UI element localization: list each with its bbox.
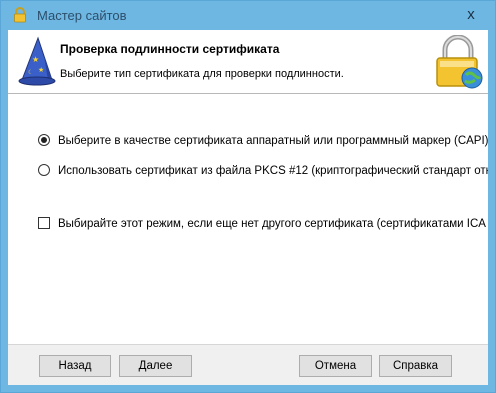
next-button[interactable]: Далее bbox=[119, 355, 192, 377]
page-subtitle: Выберите тип сертификата для проверки по… bbox=[60, 68, 344, 80]
option-ica-label: Выбирайте этот режим, если еще нет друго… bbox=[58, 218, 486, 230]
svg-text:★: ★ bbox=[32, 55, 39, 64]
window-frame-right bbox=[488, 30, 495, 392]
title-bar[interactable]: Мастер сайтов x bbox=[1, 1, 495, 30]
padlock-globe-icon bbox=[436, 35, 483, 89]
option-pkcs12-label: Использовать сертификат из файла PKCS #1… bbox=[58, 165, 488, 177]
padlock-icon bbox=[14, 7, 26, 23]
help-button[interactable]: Справка bbox=[379, 355, 452, 377]
wizard-window: Мастер сайтов x ★ ★ ☾ Проверка подлиннос… bbox=[0, 0, 496, 393]
option-pkcs12[interactable]: Использовать сертификат из файла PKCS #1… bbox=[38, 164, 488, 177]
window-frame-left bbox=[1, 30, 8, 392]
page-title: Проверка подлинности сертификата bbox=[60, 42, 280, 56]
radio-capi[interactable] bbox=[38, 134, 50, 146]
checkbox-ica[interactable] bbox=[38, 217, 50, 229]
option-ica[interactable]: Выбирайте этот режим, если еще нет друго… bbox=[38, 217, 486, 230]
window-frame-bottom bbox=[1, 385, 495, 392]
wizard-body: Выберите в качестве сертификата аппаратн… bbox=[8, 94, 488, 344]
window-title: Мастер сайтов bbox=[37, 8, 127, 23]
wizard-hat-icon: ★ ★ ☾ bbox=[18, 36, 56, 86]
svg-text:☾: ☾ bbox=[28, 69, 33, 76]
cancel-button[interactable]: Отмена bbox=[299, 355, 372, 377]
option-capi-label: Выберите в качестве сертификата аппаратн… bbox=[58, 135, 488, 147]
button-separator bbox=[8, 344, 488, 345]
option-capi[interactable]: Выберите в качестве сертификата аппаратн… bbox=[38, 134, 488, 147]
wizard-header: ★ ★ ☾ Проверка подлинности сертификата В… bbox=[8, 30, 488, 94]
close-button[interactable]: x bbox=[457, 4, 485, 26]
svg-text:★: ★ bbox=[38, 66, 44, 74]
back-button[interactable]: Назад bbox=[39, 355, 111, 377]
close-icon: x bbox=[467, 6, 475, 23]
radio-pkcs12[interactable] bbox=[38, 164, 50, 176]
